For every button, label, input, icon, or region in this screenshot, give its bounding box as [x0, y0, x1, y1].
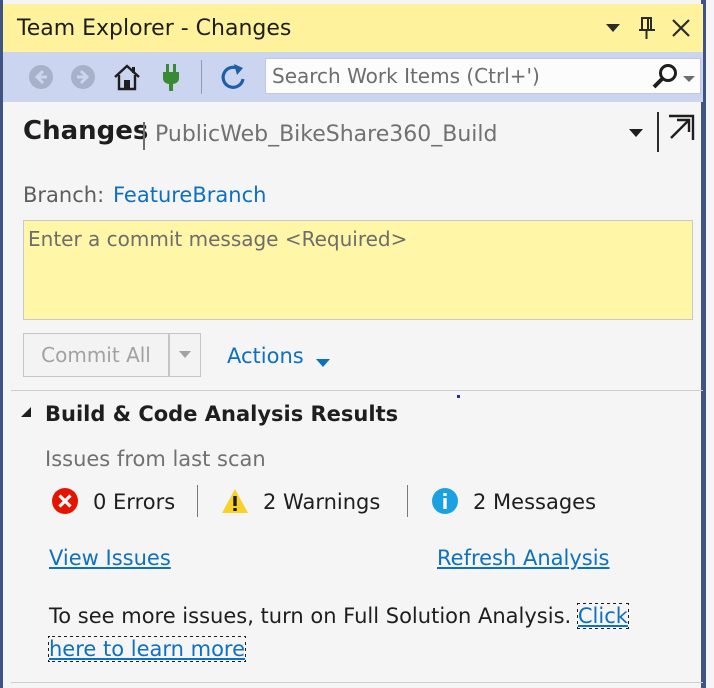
search-icon	[652, 64, 677, 89]
window-dropdown-button[interactable]	[599, 14, 627, 42]
toolbar	[3, 52, 703, 102]
section-title: Build & Code Analysis Results	[45, 402, 399, 426]
pin-icon	[639, 17, 655, 39]
refresh-button[interactable]	[217, 60, 249, 94]
chevron-down-icon	[179, 351, 191, 358]
view-issues-link[interactable]: View Issues	[49, 546, 171, 570]
chevron-down-icon	[316, 359, 330, 367]
info-icon	[431, 487, 459, 515]
pin-button[interactable]	[633, 14, 661, 42]
stat-separator	[407, 485, 408, 517]
chevron-down-icon	[683, 76, 695, 82]
close-icon	[672, 19, 690, 37]
branch-label: Branch:	[23, 183, 105, 207]
toolbar-separator	[201, 60, 202, 94]
section-collapse-toggle[interactable]	[19, 404, 33, 418]
chevron-down-icon	[606, 24, 620, 32]
collapse-triangle-icon	[21, 407, 31, 417]
back-button[interactable]	[25, 60, 57, 94]
errors-count[interactable]: 0 Errors	[93, 490, 175, 514]
forward-arrow-icon	[71, 65, 95, 89]
forward-button[interactable]	[67, 60, 99, 94]
commit-options-dropdown[interactable]	[169, 333, 201, 377]
plug-icon	[163, 64, 179, 91]
page-title: Changes	[23, 116, 149, 146]
stat-separator	[197, 485, 198, 517]
chevron-down-icon	[629, 129, 643, 137]
search-input[interactable]	[272, 61, 632, 91]
commit-all-button[interactable]: Commit All	[23, 333, 169, 377]
cursor-dot	[457, 395, 460, 398]
home-button[interactable]	[111, 60, 143, 94]
refresh-icon	[221, 64, 245, 89]
commit-message-box	[23, 220, 693, 320]
search-options-dropdown[interactable]	[682, 69, 698, 83]
commit-message-input[interactable]	[24, 221, 692, 319]
header-separator	[657, 112, 659, 152]
home-icon	[114, 64, 140, 91]
back-arrow-icon	[29, 65, 53, 89]
close-button[interactable]	[667, 14, 695, 42]
title-separator	[143, 122, 145, 150]
section-subtitle: Issues from last scan	[45, 447, 266, 471]
branch-link[interactable]: FeatureBranch	[113, 183, 266, 207]
window-title: Team Explorer - Changes	[17, 16, 292, 41]
title-bar: Team Explorer - Changes	[3, 4, 703, 52]
messages-count[interactable]: 2 Messages	[473, 490, 596, 514]
bottom-divider	[11, 682, 703, 683]
page-navigation-dropdown[interactable]	[627, 124, 645, 138]
undock-icon	[669, 114, 695, 140]
info-text: To see more issues, turn on Full Solutio…	[49, 604, 572, 628]
team-explorer-window: Team Explorer - Changes Search Work Item…	[0, 0, 706, 688]
warnings-count[interactable]: 2 Warnings	[263, 490, 380, 514]
warning-icon	[221, 487, 249, 515]
refresh-analysis-link[interactable]: Refresh Analysis	[437, 546, 610, 570]
error-icon	[51, 487, 79, 515]
undock-button[interactable]	[667, 114, 695, 142]
actions-menu[interactable]: Actions	[227, 344, 304, 368]
actions-dropdown[interactable]	[315, 353, 331, 367]
connect-button[interactable]	[155, 60, 187, 94]
search-box	[265, 58, 701, 94]
full-analysis-info: To see more issues, turn on Full Solutio…	[48, 600, 669, 666]
repository-name: PublicWeb_BikeShare360_Build	[155, 122, 498, 147]
section-divider	[11, 390, 703, 391]
search-button[interactable]	[650, 62, 680, 92]
